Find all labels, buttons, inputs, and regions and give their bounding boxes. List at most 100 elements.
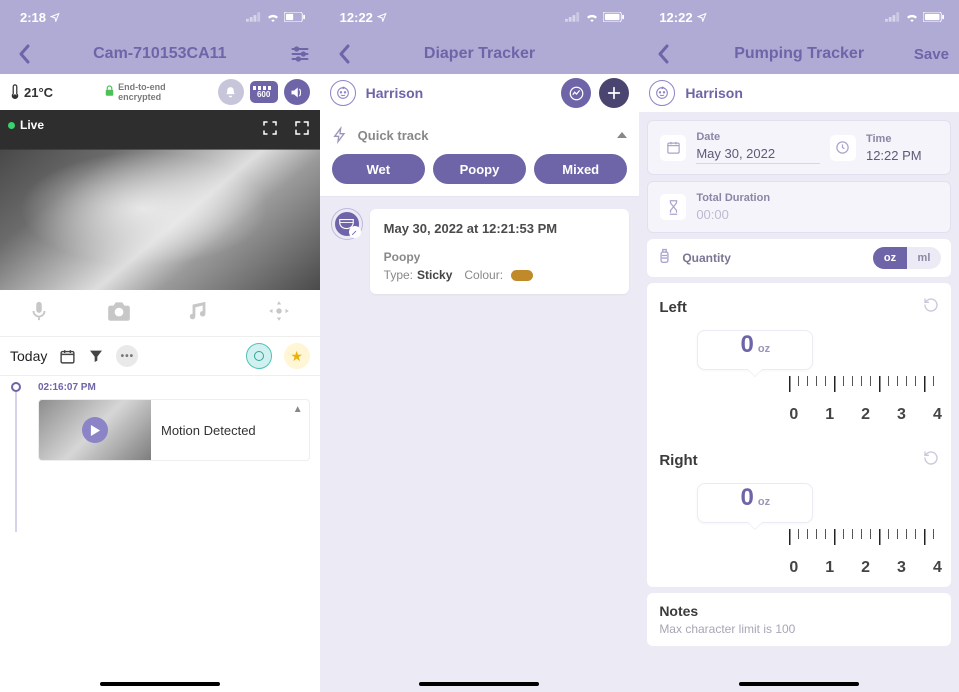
timeline-filter-bar: Today ••• ★ [0,336,320,376]
notes-label: Notes [659,603,939,619]
battery-icon [284,12,306,22]
left-slider[interactable]: 0123456 [659,376,939,424]
play-button[interactable] [82,417,108,443]
status-time: 2:18 [20,10,46,25]
home-indicator[interactable] [739,682,859,686]
video-feed[interactable]: Live [0,110,320,290]
mic-button[interactable] [28,299,50,328]
wifi-icon [266,12,280,22]
add-entry-button[interactable] [599,78,629,108]
nav-bar: Diaper Tracker [320,34,640,74]
event-card[interactable]: Motion Detected ▲ [38,399,310,461]
move-icon [266,298,292,324]
unit-toggle[interactable]: oz ml [873,247,941,269]
stats-button[interactable] [561,78,591,108]
date-time-row: Date May 30, 2022 Time 12:22 PM [647,120,951,175]
entry-datetime: May 30, 2022 at 12:21:53 PM [384,221,616,236]
status-time: 12:22 [340,10,373,25]
unit-ml[interactable]: ml [907,247,941,269]
screen-title: Pumping Tracker [639,45,959,63]
move-button[interactable] [266,298,292,329]
temperature: 21°C [10,84,53,100]
right-slider[interactable]: 0123456 [659,529,939,577]
clock-icon [830,135,856,161]
child-name[interactable]: Harrison [685,85,743,101]
status-bar: 2:18 [0,0,320,34]
audio-button[interactable] [284,79,310,105]
timeline-marker-icon [11,382,21,392]
activity-chip[interactable] [246,343,272,369]
play-icon [90,425,101,436]
today-label: Today [10,348,47,364]
unit-oz[interactable]: oz [873,247,907,269]
bell-icon [224,86,237,99]
clips-button[interactable]: 600 [250,81,278,103]
collapse-icon[interactable]: ▲ [293,404,303,415]
home-indicator[interactable] [419,682,539,686]
quick-wet-button[interactable]: Wet [332,154,425,184]
quantity-label: Quantity [682,251,731,265]
pencil-icon [351,229,358,236]
settings-sliders-icon[interactable] [290,44,310,64]
quick-poopy-button[interactable]: Poopy [433,154,526,184]
chevron-left-icon [656,44,670,64]
screen-title: Diaper Tracker [320,45,640,63]
focus-button[interactable] [260,118,280,138]
camera-icon [106,300,132,322]
snapshot-button[interactable] [106,300,132,327]
ruler-labels: 0123456 [789,559,939,577]
fullscreen-button[interactable] [292,118,312,138]
baby-icon [330,80,356,106]
save-button[interactable]: Save [914,46,949,63]
encryption-badge: End-to-end encrypted [105,82,166,102]
battery-icon [923,12,945,22]
bottle-icon [657,247,672,269]
quick-mixed-button[interactable]: Mixed [534,154,627,184]
location-icon [377,12,387,22]
quick-track-label: Quick track [358,128,429,143]
calendar-button[interactable] [59,348,76,365]
nav-bar: Pumping Tracker Save [639,34,959,74]
time-field[interactable]: Time 12:22 PM [866,133,938,163]
duration-row[interactable]: Total Duration 00:00 [647,181,951,233]
back-button[interactable] [649,44,677,64]
circle-icon [254,351,264,361]
chevron-left-icon [337,44,351,64]
music-icon [188,299,210,323]
favorite-chip[interactable]: ★ [284,343,310,369]
alert-bell-button[interactable] [218,79,244,105]
chevron-up-icon [617,131,627,139]
entry-diaper-icon[interactable] [332,209,362,239]
cell-signal-icon [885,12,901,22]
home-indicator[interactable] [100,682,220,686]
more-button[interactable]: ••• [116,345,138,367]
ruler-labels: 0123456 [789,406,939,424]
back-button[interactable] [10,44,38,64]
entry-category: Poopy [384,250,616,264]
reset-left-button[interactable] [923,297,939,318]
wifi-icon [905,12,919,22]
date-field[interactable]: Date May 30, 2022 [696,131,820,164]
baby-icon [649,80,675,106]
star-icon: ★ [290,348,303,365]
cell-signal-icon [246,12,262,22]
collapse-button[interactable] [617,126,627,144]
filter-button[interactable] [88,348,104,364]
thermometer-icon [10,84,20,100]
left-quantity-section: Left 0 oz 0123456 Right [647,283,951,587]
back-button[interactable] [330,44,358,64]
event-thumbnail [39,400,151,460]
reset-right-button[interactable] [923,450,939,471]
status-time: 12:22 [659,10,692,25]
location-icon [697,12,707,22]
status-bar: 12:22 [320,0,640,34]
child-selector-bar: Harrison [639,74,959,112]
lullaby-button[interactable] [188,299,210,328]
chevron-left-icon [17,44,31,64]
refresh-icon [923,450,939,466]
diaper-entry-card[interactable]: May 30, 2022 at 12:21:53 PM Poopy Type:S… [370,209,630,294]
notes-section[interactable]: Notes Max character limit is 100 [647,593,951,646]
speaker-icon [289,85,304,100]
edit-badge [349,226,361,238]
child-name[interactable]: Harrison [366,85,424,101]
